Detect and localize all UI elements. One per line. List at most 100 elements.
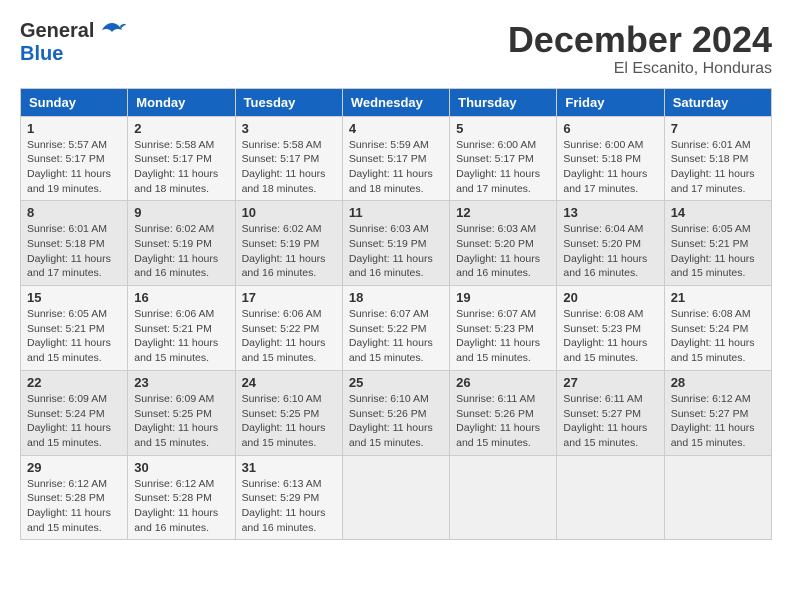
day-info: Sunrise: 6:02 AM Sunset: 5:19 PM Dayligh… [134,222,228,281]
calendar-cell: 9 Sunrise: 6:02 AM Sunset: 5:19 PM Dayli… [128,201,235,286]
day-number: 21 [671,290,765,305]
calendar-cell: 8 Sunrise: 6:01 AM Sunset: 5:18 PM Dayli… [21,201,128,286]
calendar-cell: 29 Sunrise: 6:12 AM Sunset: 5:28 PM Dayl… [21,455,128,540]
day-number: 17 [242,290,336,305]
calendar-week-row: 1 Sunrise: 5:57 AM Sunset: 5:17 PM Dayli… [21,116,772,201]
calendar-cell [450,455,557,540]
calendar-cell: 17 Sunrise: 6:06 AM Sunset: 5:22 PM Dayl… [235,286,342,371]
day-info: Sunrise: 6:12 AM Sunset: 5:28 PM Dayligh… [134,477,228,536]
day-number: 25 [349,375,443,390]
day-number: 8 [27,205,121,220]
calendar-cell: 19 Sunrise: 6:07 AM Sunset: 5:23 PM Dayl… [450,286,557,371]
calendar-cell: 21 Sunrise: 6:08 AM Sunset: 5:24 PM Dayl… [664,286,771,371]
page-header: General Blue December 2024 El Escanito, … [20,20,772,78]
day-number: 30 [134,460,228,475]
day-number: 22 [27,375,121,390]
calendar-week-row: 22 Sunrise: 6:09 AM Sunset: 5:24 PM Dayl… [21,370,772,455]
day-number: 28 [671,375,765,390]
day-number: 18 [349,290,443,305]
calendar-week-row: 29 Sunrise: 6:12 AM Sunset: 5:28 PM Dayl… [21,455,772,540]
day-info: Sunrise: 6:06 AM Sunset: 5:22 PM Dayligh… [242,307,336,366]
calendar-cell: 26 Sunrise: 6:11 AM Sunset: 5:26 PM Dayl… [450,370,557,455]
day-number: 15 [27,290,121,305]
day-info: Sunrise: 6:10 AM Sunset: 5:26 PM Dayligh… [349,392,443,451]
calendar-cell: 18 Sunrise: 6:07 AM Sunset: 5:22 PM Dayl… [342,286,449,371]
day-number: 31 [242,460,336,475]
day-info: Sunrise: 6:00 AM Sunset: 5:17 PM Dayligh… [456,138,550,197]
day-number: 5 [456,121,550,136]
calendar-cell: 30 Sunrise: 6:12 AM Sunset: 5:28 PM Dayl… [128,455,235,540]
calendar-cell: 4 Sunrise: 5:59 AM Sunset: 5:17 PM Dayli… [342,116,449,201]
calendar-cell: 16 Sunrise: 6:06 AM Sunset: 5:21 PM Dayl… [128,286,235,371]
day-info: Sunrise: 6:12 AM Sunset: 5:27 PM Dayligh… [671,392,765,451]
day-info: Sunrise: 6:09 AM Sunset: 5:25 PM Dayligh… [134,392,228,451]
logo-blue-text: Blue [20,43,63,66]
calendar-cell: 28 Sunrise: 6:12 AM Sunset: 5:27 PM Dayl… [664,370,771,455]
calendar-week-row: 15 Sunrise: 6:05 AM Sunset: 5:21 PM Dayl… [21,286,772,371]
calendar-cell: 14 Sunrise: 6:05 AM Sunset: 5:21 PM Dayl… [664,201,771,286]
calendar-header-row: SundayMondayTuesdayWednesdayThursdayFrid… [21,88,772,116]
day-info: Sunrise: 6:03 AM Sunset: 5:19 PM Dayligh… [349,222,443,281]
logo-general-text: General [20,20,94,43]
day-number: 11 [349,205,443,220]
page-subtitle: El Escanito, Honduras [508,60,772,78]
day-info: Sunrise: 6:01 AM Sunset: 5:18 PM Dayligh… [27,222,121,281]
calendar-week-row: 8 Sunrise: 6:01 AM Sunset: 5:18 PM Dayli… [21,201,772,286]
day-info: Sunrise: 6:02 AM Sunset: 5:19 PM Dayligh… [242,222,336,281]
calendar-cell: 2 Sunrise: 5:58 AM Sunset: 5:17 PM Dayli… [128,116,235,201]
day-number: 9 [134,205,228,220]
calendar-cell: 31 Sunrise: 6:13 AM Sunset: 5:29 PM Dayl… [235,455,342,540]
day-number: 4 [349,121,443,136]
day-number: 27 [563,375,657,390]
day-number: 14 [671,205,765,220]
day-number: 12 [456,205,550,220]
calendar-cell: 24 Sunrise: 6:10 AM Sunset: 5:25 PM Dayl… [235,370,342,455]
calendar-cell: 1 Sunrise: 5:57 AM Sunset: 5:17 PM Dayli… [21,116,128,201]
calendar-day-header: Friday [557,88,664,116]
calendar-day-header: Tuesday [235,88,342,116]
day-info: Sunrise: 6:06 AM Sunset: 5:21 PM Dayligh… [134,307,228,366]
calendar-day-header: Saturday [664,88,771,116]
calendar-cell: 5 Sunrise: 6:00 AM Sunset: 5:17 PM Dayli… [450,116,557,201]
day-number: 6 [563,121,657,136]
day-info: Sunrise: 6:05 AM Sunset: 5:21 PM Dayligh… [671,222,765,281]
day-number: 3 [242,121,336,136]
logo-bird-icon [98,21,126,43]
day-number: 19 [456,290,550,305]
day-info: Sunrise: 6:07 AM Sunset: 5:23 PM Dayligh… [456,307,550,366]
calendar-day-header: Wednesday [342,88,449,116]
calendar-cell [342,455,449,540]
calendar-cell: 7 Sunrise: 6:01 AM Sunset: 5:18 PM Dayli… [664,116,771,201]
day-info: Sunrise: 5:59 AM Sunset: 5:17 PM Dayligh… [349,138,443,197]
calendar-day-header: Monday [128,88,235,116]
day-info: Sunrise: 6:09 AM Sunset: 5:24 PM Dayligh… [27,392,121,451]
day-info: Sunrise: 5:58 AM Sunset: 5:17 PM Dayligh… [242,138,336,197]
calendar-cell: 6 Sunrise: 6:00 AM Sunset: 5:18 PM Dayli… [557,116,664,201]
calendar-cell: 11 Sunrise: 6:03 AM Sunset: 5:19 PM Dayl… [342,201,449,286]
day-number: 24 [242,375,336,390]
day-info: Sunrise: 6:13 AM Sunset: 5:29 PM Dayligh… [242,477,336,536]
calendar-cell: 10 Sunrise: 6:02 AM Sunset: 5:19 PM Dayl… [235,201,342,286]
calendar-cell [557,455,664,540]
day-info: Sunrise: 6:11 AM Sunset: 5:27 PM Dayligh… [563,392,657,451]
day-info: Sunrise: 6:08 AM Sunset: 5:24 PM Dayligh… [671,307,765,366]
day-info: Sunrise: 5:58 AM Sunset: 5:17 PM Dayligh… [134,138,228,197]
day-info: Sunrise: 6:10 AM Sunset: 5:25 PM Dayligh… [242,392,336,451]
calendar-day-header: Thursday [450,88,557,116]
day-number: 2 [134,121,228,136]
calendar-cell: 13 Sunrise: 6:04 AM Sunset: 5:20 PM Dayl… [557,201,664,286]
day-number: 10 [242,205,336,220]
day-info: Sunrise: 6:03 AM Sunset: 5:20 PM Dayligh… [456,222,550,281]
day-number: 13 [563,205,657,220]
day-number: 23 [134,375,228,390]
calendar-table: SundayMondayTuesdayWednesdayThursdayFrid… [20,88,772,541]
day-number: 20 [563,290,657,305]
calendar-cell: 23 Sunrise: 6:09 AM Sunset: 5:25 PM Dayl… [128,370,235,455]
calendar-cell: 12 Sunrise: 6:03 AM Sunset: 5:20 PM Dayl… [450,201,557,286]
calendar-cell: 27 Sunrise: 6:11 AM Sunset: 5:27 PM Dayl… [557,370,664,455]
day-info: Sunrise: 5:57 AM Sunset: 5:17 PM Dayligh… [27,138,121,197]
day-info: Sunrise: 6:04 AM Sunset: 5:20 PM Dayligh… [563,222,657,281]
calendar-cell: 20 Sunrise: 6:08 AM Sunset: 5:23 PM Dayl… [557,286,664,371]
day-info: Sunrise: 6:08 AM Sunset: 5:23 PM Dayligh… [563,307,657,366]
calendar-cell [664,455,771,540]
